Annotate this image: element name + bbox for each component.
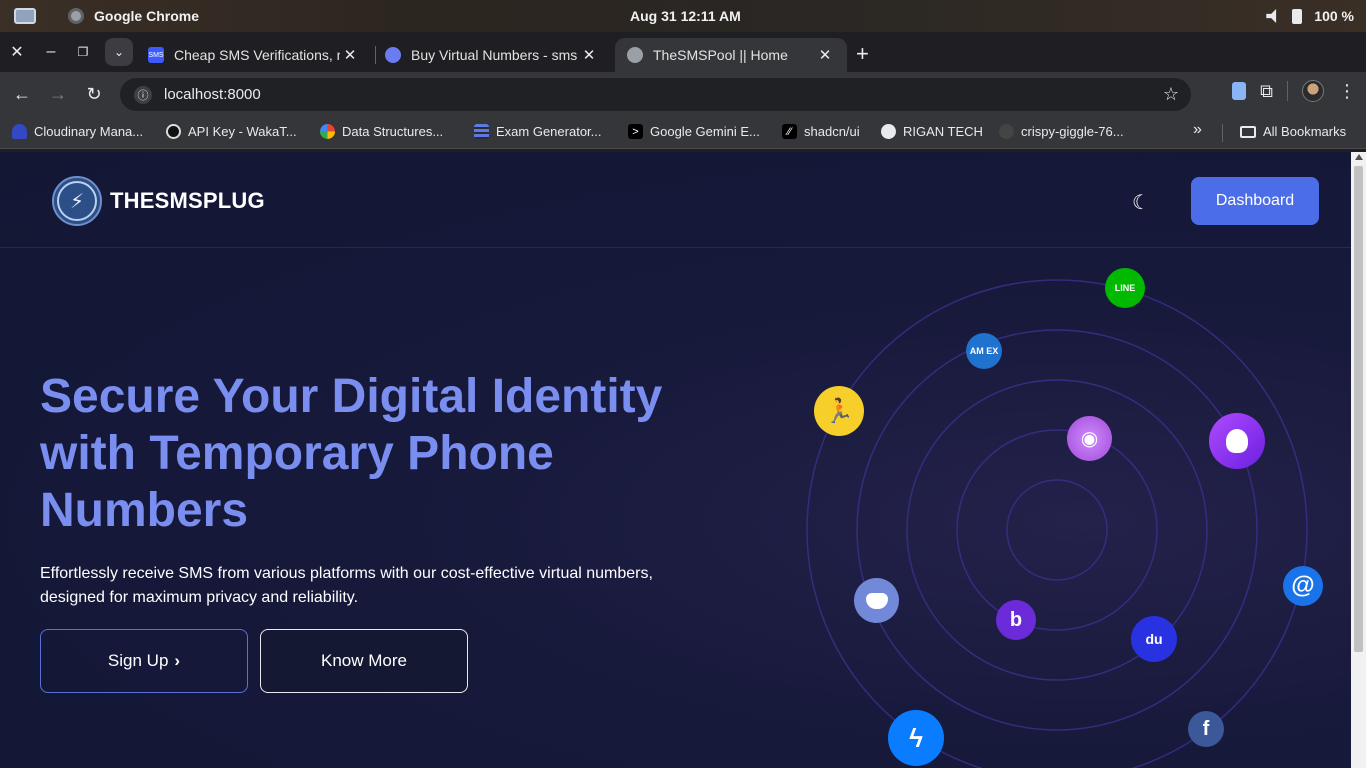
facebook-icon: f — [1188, 711, 1224, 747]
bookmarks-overflow-button[interactable]: » — [1193, 121, 1202, 139]
active-app-name: Google Chrome — [94, 8, 200, 24]
minimize-window-icon[interactable]: – — [35, 36, 67, 68]
bookmark-cloudinary[interactable]: Cloudinary Mana... — [12, 124, 143, 139]
close-tab-icon[interactable]: ✕ — [815, 46, 835, 64]
back-arrow-icon[interactable]: ← — [4, 76, 40, 112]
alice-shape — [1226, 429, 1248, 453]
tab-title: Cheap SMS Verifications, n — [174, 47, 340, 63]
tab-title: TheSMSPool || Home — [653, 47, 788, 63]
extensions-puzzle-icon[interactable]: ⧉ — [1260, 81, 1273, 102]
scrollbar-thumb[interactable] — [1354, 166, 1363, 652]
forward-arrow-icon[interactable]: → — [40, 76, 76, 112]
bookmarks-bar: Cloudinary Mana... API Key - WakaT... Da… — [0, 116, 1366, 149]
web-page: ⚡ THESMSPLUG ☾ Dashboard Secure Your Dig… — [0, 152, 1351, 768]
window-switcher-icon[interactable] — [14, 8, 36, 24]
bookmark-label: Google Gemini E... — [650, 124, 760, 139]
tab-sms-verifications[interactable]: SMS Cheap SMS Verifications, n ✕ — [136, 38, 372, 72]
cloudinary-icon — [12, 124, 27, 139]
folder-icon — [1240, 125, 1256, 138]
toolbar-divider — [1287, 81, 1288, 101]
os-clock[interactable]: Aug 31 12:11 AM — [630, 8, 741, 24]
all-bookmarks-label: All Bookmarks — [1263, 124, 1347, 139]
plug-logo-icon[interactable]: ⚡ — [52, 176, 102, 226]
amex-icon: AM EX — [966, 333, 1002, 369]
bookmark-label: shadcn/ui — [804, 124, 860, 139]
shadcn-icon: ⁄⁄ — [782, 124, 797, 139]
globe-favicon-icon — [627, 47, 643, 63]
github-icon — [999, 124, 1014, 139]
scroll-up-arrow-icon[interactable] — [1355, 154, 1363, 160]
address-bar[interactable]: ⓘ localhost:8000 ☆ — [120, 78, 1191, 111]
new-tab-button[interactable]: + — [856, 41, 869, 67]
tab-buy-virtual-numbers[interactable]: Buy Virtual Numbers - sms ✕ — [373, 38, 611, 72]
os-top-bar: Google Chrome Aug 31 12:11 AM 100 % — [0, 0, 1366, 32]
site-info-icon[interactable]: ⓘ — [134, 85, 152, 104]
bookmark-label: Cloudinary Mana... — [34, 124, 144, 139]
alice-icon — [1209, 413, 1265, 469]
wakatime-icon — [166, 124, 181, 139]
close-window-icon[interactable]: ✕ — [1, 36, 33, 68]
baidu-icon: du — [1131, 616, 1177, 662]
moon-icon[interactable]: ☾ — [1127, 188, 1155, 216]
bookmark-crispy-giggle[interactable]: crispy-giggle-76... — [999, 124, 1124, 139]
bookmark-wakatime[interactable]: API Key - WakaT... — [166, 124, 297, 139]
reload-icon[interactable]: ↻ — [76, 76, 112, 112]
tab-strip: ✕ – ❐ ⌄ SMS Cheap SMS Verifications, n ✕… — [0, 32, 1366, 72]
sign-up-label: Sign Up — [107, 651, 169, 670]
github-icon — [881, 124, 896, 139]
tab-title: Buy Virtual Numbers - sms — [411, 47, 578, 63]
bookmark-rigan-tech[interactable]: RIGAN TECH — [881, 124, 983, 139]
site-header: ⚡ THESMSPLUG ☾ Dashboard — [0, 152, 1351, 248]
bookmark-label: crispy-giggle-76... — [1021, 124, 1124, 139]
chrome-menu-icon[interactable]: ⋮ — [1338, 81, 1356, 102]
bookmark-shadcn[interactable]: ⁄⁄ shadcn/ui — [782, 124, 860, 139]
discord-face — [865, 592, 888, 609]
close-tab-icon[interactable]: ✕ — [340, 46, 360, 64]
battery-level: 100 % — [1314, 8, 1354, 24]
discord-icon — [854, 578, 899, 623]
all-bookmarks-button[interactable]: All Bookmarks — [1240, 124, 1346, 139]
browser-toolbar: ← → ↻ ⓘ localhost:8000 ☆ ⧉ ⋮ — [0, 72, 1366, 116]
volume-icon[interactable] — [1266, 9, 1277, 23]
globe-favicon-icon — [385, 47, 401, 63]
battery-icon — [1292, 8, 1303, 24]
restore-window-icon[interactable]: ❐ — [67, 36, 99, 68]
sms-favicon-icon: SMS — [148, 47, 164, 63]
line-icon: LINE — [1105, 268, 1145, 308]
dashboard-button[interactable]: Dashboard — [1191, 177, 1319, 225]
brand-name[interactable]: THESMSPLUG — [110, 188, 265, 214]
extension-docs-icon[interactable] — [1232, 82, 1247, 100]
messenger-icon: ϟ — [888, 710, 944, 766]
terminal-prompt-icon: > — [628, 124, 643, 139]
bookmark-label: Exam Generator... — [496, 124, 602, 139]
know-more-button[interactable]: Know More — [260, 629, 468, 693]
close-tab-icon[interactable]: ✕ — [579, 46, 599, 64]
page-scrollbar[interactable] — [1351, 152, 1366, 768]
plug-icon: ⚡ — [57, 181, 97, 221]
tab-thesmspool-home[interactable]: TheSMSPool || Home ✕ — [615, 38, 847, 72]
sign-up-button[interactable]: Sign Up › — [40, 629, 248, 693]
aim-icon: 🏃 — [814, 386, 864, 436]
bookmarks-divider — [1222, 124, 1223, 142]
chrome-icon — [68, 8, 84, 24]
badoo-icon: b — [996, 600, 1036, 640]
tab-search-dropdown[interactable]: ⌄ — [105, 38, 133, 66]
bookmark-label: Data Structures... — [342, 124, 444, 139]
profile-avatar[interactable] — [1302, 80, 1324, 102]
url-text[interactable]: localhost:8000 — [164, 86, 261, 103]
chevron-right-icon: › — [174, 651, 181, 670]
exam-generator-icon — [474, 124, 489, 139]
at-sign-icon: @ — [1283, 566, 1323, 606]
google-icon — [320, 124, 335, 139]
hero-subtitle: Effortlessly receive SMS from various pl… — [40, 565, 653, 606]
hero-title: Secure Your Digital Identity with Tempor… — [40, 370, 663, 537]
bookmark-google-gemini[interactable]: > Google Gemini E... — [628, 124, 760, 139]
bookmark-exam-generator[interactable]: Exam Generator... — [474, 124, 602, 139]
bookmark-star-icon[interactable]: ☆ — [1163, 84, 1179, 105]
bookmark-label: API Key - WakaT... — [188, 124, 297, 139]
podcasts-icon: ◉ — [1067, 416, 1112, 461]
bookmark-label: RIGAN TECH — [903, 124, 983, 139]
bookmark-data-structures[interactable]: Data Structures... — [320, 124, 443, 139]
